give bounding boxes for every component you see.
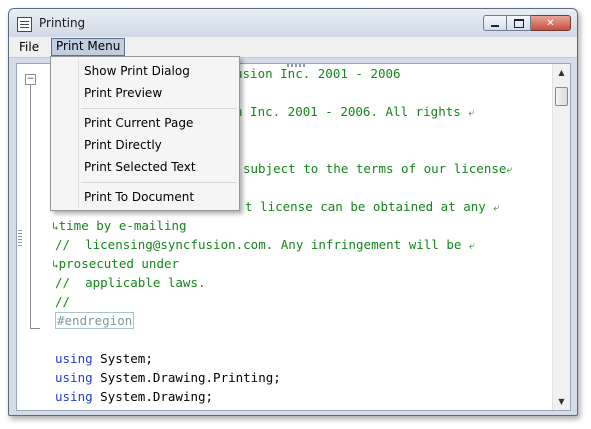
code-line: n Inc. 2001 - 2006. All rights ⤶ — [235, 104, 475, 119]
code-line: using System.Drawing.Printing; — [55, 370, 281, 385]
minimize-button[interactable] — [483, 15, 507, 31]
menu-separator — [81, 182, 237, 183]
code-line: using System; — [55, 351, 153, 366]
vertical-scrollbar[interactable]: ▲ ▼ — [552, 64, 570, 410]
maximize-icon — [513, 18, 524, 28]
close-button[interactable]: ✕ — [531, 15, 571, 31]
wrap-icon: ⤶ — [493, 201, 500, 214]
continuation-icon: ↳ — [52, 258, 59, 271]
minimize-icon — [491, 25, 499, 27]
title-bar[interactable]: Printing ✕ — [9, 9, 577, 37]
editor-gutter: − — [17, 64, 43, 410]
code-line: // applicable laws. — [55, 275, 206, 290]
arrow-up-icon[interactable]: ▲ — [553, 64, 570, 81]
continuation-icon: ↳ — [52, 220, 59, 233]
menu-item-print-to-document[interactable]: Print To Document — [84, 187, 194, 207]
code-line: t license can be obtained at any ⤶ — [245, 199, 500, 214]
fold-end — [30, 328, 40, 329]
wrap-icon: ⤶ — [468, 239, 476, 252]
arrow-down-icon[interactable]: ▼ — [553, 393, 570, 410]
close-icon: ✕ — [546, 17, 555, 29]
scroll-thumb[interactable] — [555, 87, 568, 106]
code-line: using System.Drawing; — [55, 389, 214, 404]
menu-print[interactable]: Print Menu — [51, 38, 126, 56]
code-line: usion Inc. 2001 - 2006 — [235, 66, 401, 81]
document-icon — [17, 17, 32, 32]
region-marker[interactable]: #endregion — [55, 312, 135, 329]
code-line: ↳prosecuted under — [52, 256, 180, 271]
menu-icon-gutter — [78, 59, 79, 208]
code-line: #endregion — [55, 312, 135, 330]
wrap-icon: ⤶ — [468, 106, 475, 119]
menu-item-print-selected-text[interactable]: Print Selected Text — [84, 157, 196, 177]
menu-item-show-print-dialog[interactable]: Show Print Dialog — [84, 61, 190, 81]
fold-line — [30, 85, 31, 328]
code-line: // licensing@syncfusion.com. Any infring… — [55, 237, 476, 252]
collapse-minus-icon[interactable]: − — [25, 74, 36, 85]
menu-item-print-directly[interactable]: Print Directly — [84, 135, 162, 155]
menu-item-print-current-page[interactable]: Print Current Page — [84, 113, 193, 133]
code-line: subject to the terms of our license⤶ — [243, 161, 513, 176]
wrap-icon: ⤶ — [506, 163, 513, 176]
code-line: ↳time by e-mailing — [52, 218, 187, 233]
code-line: // — [55, 294, 71, 309]
maximize-button[interactable] — [507, 15, 531, 31]
window-title: Printing — [39, 16, 86, 30]
menu-separator — [81, 108, 237, 109]
change-marker — [18, 230, 22, 246]
menu-bar: File Print Menu — [9, 37, 577, 58]
menu-item-print-preview[interactable]: Print Preview — [84, 83, 162, 103]
menu-file[interactable]: File — [15, 39, 43, 55]
print-menu-dropdown: Show Print Dialog Print Preview Print Cu… — [50, 56, 240, 211]
